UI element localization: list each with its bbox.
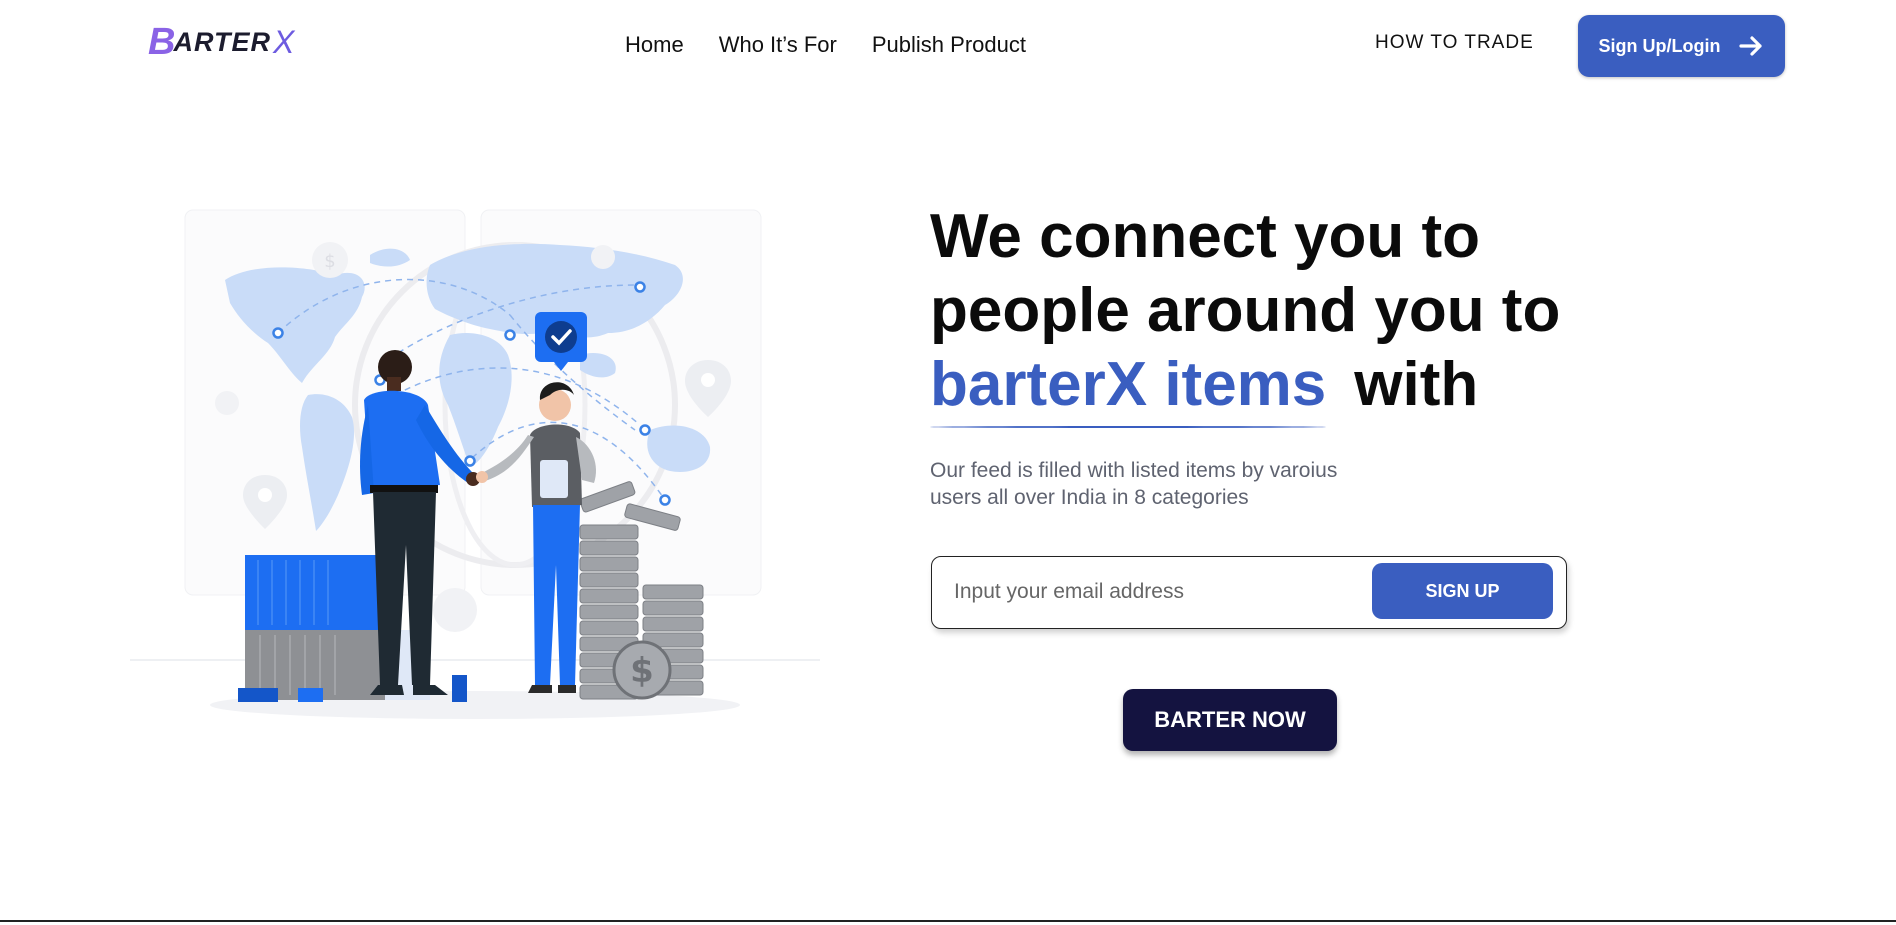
- headline-highlight: barterX items: [930, 348, 1327, 428]
- arrow-right-icon: [1739, 36, 1763, 56]
- hero-headline: We connect you to people around you to b…: [930, 200, 1561, 428]
- email-input[interactable]: [952, 571, 1336, 613]
- hero-illustration: $ $: [130, 209, 820, 719]
- headline-line-3-end: with: [1354, 350, 1479, 419]
- nav-who-its-for[interactable]: Who It’s For: [719, 32, 837, 58]
- main-nav: Home Who It’s For Publish Product: [625, 32, 1026, 58]
- svg-text:$: $: [630, 651, 654, 691]
- nav-publish-product[interactable]: Publish Product: [872, 32, 1026, 58]
- svg-text:$: $: [324, 251, 335, 272]
- logo-initial: B: [148, 21, 176, 63]
- nav-home[interactable]: Home: [625, 32, 684, 58]
- logo-text: ARTER: [173, 26, 271, 57]
- barter-now-button[interactable]: BARTER NOW: [1123, 689, 1337, 751]
- page-bottom-border: [0, 920, 1896, 922]
- headline-line-2: people around you to: [930, 276, 1561, 345]
- hero-subtitle: Our feed is filled with listed items by …: [930, 459, 1338, 509]
- email-signup-form: SIGN UP: [931, 556, 1567, 629]
- signup-login-label: Sign Up/Login: [1598, 35, 1721, 56]
- signup-login-button[interactable]: Sign Up/Login: [1578, 15, 1785, 77]
- headline-line-1: We connect you to: [930, 202, 1481, 271]
- how-to-trade-link[interactable]: HOW TO TRADE: [1375, 32, 1534, 54]
- signup-button[interactable]: SIGN UP: [1372, 563, 1553, 619]
- brand-logo[interactable]: B ARTER X: [148, 22, 294, 62]
- logo-x: X: [272, 23, 295, 60]
- headline-line-3: barterX items with: [930, 348, 1560, 428]
